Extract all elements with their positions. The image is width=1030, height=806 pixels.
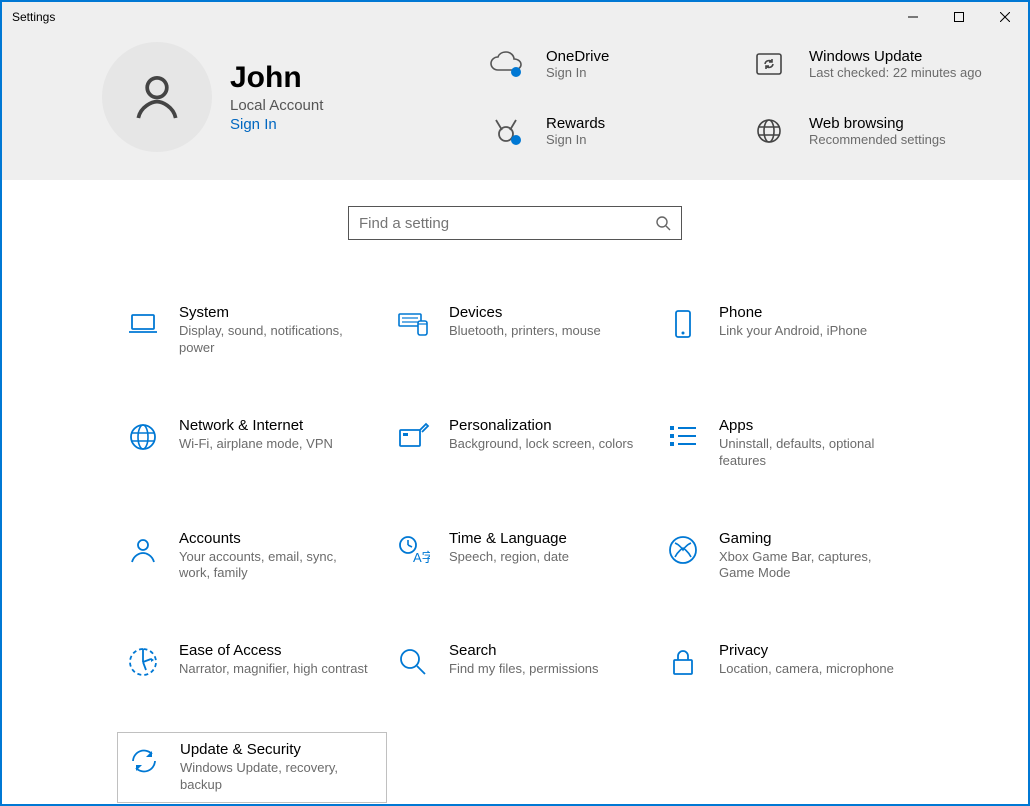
tile-sub: Speech, region, date	[449, 549, 569, 566]
tile-title: Gaming	[719, 530, 909, 547]
lock-icon	[665, 644, 701, 680]
header-tile-sub: Sign In	[546, 132, 605, 147]
search-box	[348, 206, 682, 240]
tile-title: Network & Internet	[179, 417, 333, 434]
tile-title: Personalization	[449, 417, 633, 434]
tile-sub: Background, lock screen, colors	[449, 436, 633, 453]
header-tile-onedrive[interactable]: OneDrive Sign In	[482, 42, 725, 85]
minimize-button[interactable]	[890, 2, 936, 32]
tile-sub: Xbox Game Bar, captures, Game Mode	[719, 549, 909, 583]
category-ease-of-access[interactable]: Ease of Access Narrator, magnifier, high …	[117, 634, 387, 688]
header-tile-title: OneDrive	[546, 48, 609, 65]
category-gaming[interactable]: Gaming Xbox Game Bar, captures, Game Mode	[657, 522, 927, 591]
header-tile-sub: Sign In	[546, 65, 609, 80]
phone-icon	[665, 306, 701, 342]
list-icon	[665, 419, 701, 455]
avatar	[102, 42, 212, 152]
tile-sub: Wi-Fi, airplane mode, VPN	[179, 436, 333, 453]
tile-title: Ease of Access	[179, 642, 368, 659]
header-tile-rewards[interactable]: Rewards Sign In	[482, 109, 725, 152]
globe-icon	[745, 116, 793, 146]
search-icon	[395, 644, 431, 680]
tile-title: Update & Security	[180, 741, 370, 758]
person-icon	[129, 69, 185, 125]
laptop-icon	[125, 306, 161, 342]
tile-title: Devices	[449, 304, 601, 321]
xbox-icon	[665, 532, 701, 568]
tile-sub: Link your Android, iPhone	[719, 323, 867, 340]
medal-icon	[482, 116, 530, 146]
category-devices[interactable]: Devices Bluetooth, printers, mouse	[387, 296, 657, 365]
tile-title: System	[179, 304, 369, 321]
category-search[interactable]: Search Find my files, permissions	[387, 634, 657, 688]
svg-text:A字: A字	[413, 550, 430, 565]
sync-icon	[745, 49, 793, 79]
header-tile-windows-update[interactable]: Windows Update Last checked: 22 minutes …	[745, 42, 988, 85]
header-tile-title: Windows Update	[809, 48, 982, 65]
accessibility-icon	[125, 644, 161, 680]
search-input[interactable]	[359, 215, 655, 232]
tile-sub: Uninstall, defaults, optional features	[719, 436, 909, 470]
tile-sub: Location, camera, microphone	[719, 661, 894, 678]
titlebar: Settings	[2, 2, 1028, 32]
category-update-security[interactable]: Update & Security Windows Update, recover…	[117, 732, 387, 803]
tile-sub: Display, sound, notifications, power	[179, 323, 369, 357]
tile-sub: Windows Update, recovery, backup	[180, 760, 370, 794]
header-tile-title: Web browsing	[809, 115, 946, 132]
category-phone[interactable]: Phone Link your Android, iPhone	[657, 296, 927, 365]
tile-title: Phone	[719, 304, 867, 321]
tile-title: Accounts	[179, 530, 369, 547]
time-language-icon: A字	[395, 532, 431, 568]
header-tile-sub: Recommended settings	[809, 132, 946, 147]
maximize-button[interactable]	[936, 2, 982, 32]
tile-sub: Bluetooth, printers, mouse	[449, 323, 601, 340]
tile-sub: Narrator, magnifier, high contrast	[179, 661, 368, 678]
category-privacy[interactable]: Privacy Location, camera, microphone	[657, 634, 927, 688]
tile-sub: Your accounts, email, sync, work, family	[179, 549, 369, 583]
search-icon	[655, 215, 671, 231]
user-block: John Local Account Sign In	[102, 42, 482, 152]
paint-icon	[395, 419, 431, 455]
person-icon	[125, 532, 161, 568]
keyboard-icon	[395, 306, 431, 342]
category-time-language[interactable]: A字 Time & Language Speech, region, date	[387, 522, 657, 591]
tile-title: Time & Language	[449, 530, 569, 547]
category-accounts[interactable]: Accounts Your accounts, email, sync, work…	[117, 522, 387, 591]
globe-icon	[125, 419, 161, 455]
main: System Display, sound, notifications, pow…	[2, 180, 1028, 803]
header-tile-sub: Last checked: 22 minutes ago	[809, 65, 982, 80]
category-system[interactable]: System Display, sound, notifications, pow…	[117, 296, 387, 365]
account-type: Local Account	[230, 97, 323, 114]
header-tile-web-browsing[interactable]: Web browsing Recommended settings	[745, 109, 988, 152]
header: John Local Account Sign In OneDrive Sign…	[2, 32, 1028, 180]
tile-sub: Find my files, permissions	[449, 661, 599, 678]
sign-in-link[interactable]: Sign In	[230, 116, 323, 133]
header-tile-title: Rewards	[546, 115, 605, 132]
category-network[interactable]: Network & Internet Wi-Fi, airplane mode, …	[117, 409, 387, 478]
cloud-icon	[482, 50, 530, 78]
close-button[interactable]	[982, 2, 1028, 32]
tile-title: Apps	[719, 417, 909, 434]
window-title: Settings	[12, 10, 55, 24]
category-apps[interactable]: Apps Uninstall, defaults, optional featur…	[657, 409, 927, 478]
username: John	[230, 61, 323, 95]
category-personalization[interactable]: Personalization Background, lock screen, …	[387, 409, 657, 478]
tile-title: Privacy	[719, 642, 894, 659]
tile-title: Search	[449, 642, 599, 659]
update-icon	[126, 743, 162, 779]
